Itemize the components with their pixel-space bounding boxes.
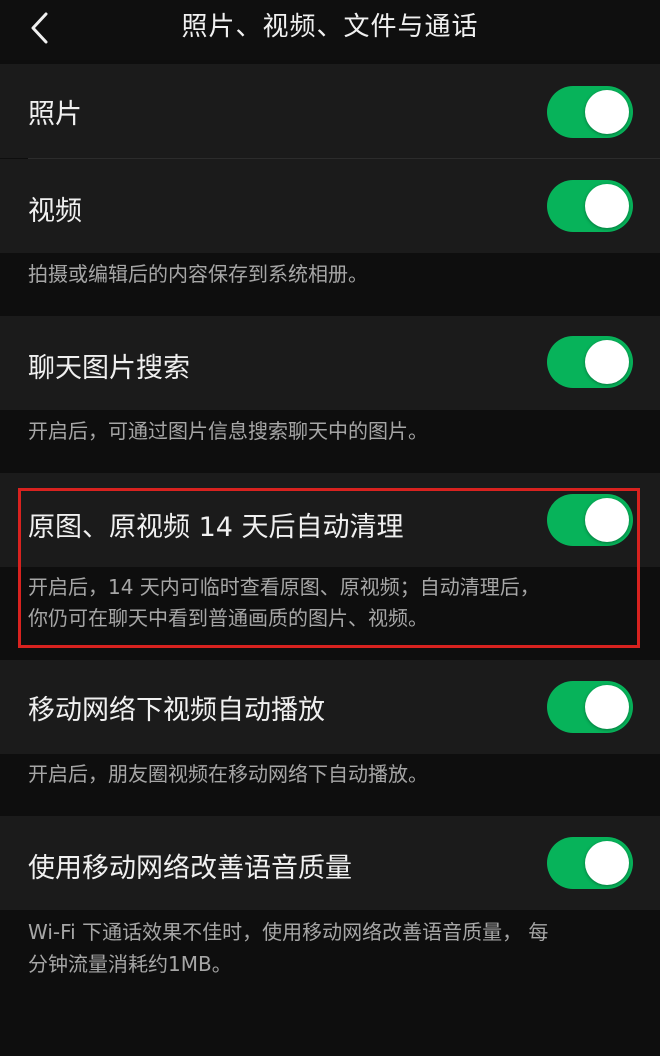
toggle-knob: [585, 841, 629, 885]
autoplay-description: 开启后，朋友圈视频在移动网络下自动播放。: [28, 762, 428, 786]
setting-row-videos[interactable]: 视频: [0, 159, 660, 253]
setting-label: 照片: [28, 99, 82, 130]
toggle-knob: [585, 685, 629, 729]
setting-row-auto-cleanup[interactable]: 原图、原视频 14 天后自动清理: [0, 473, 660, 567]
setting-label: 聊天图片搜索: [28, 353, 190, 384]
setting-row-chat-image-search[interactable]: 聊天图片搜索: [0, 316, 660, 410]
voice-quality-description-line1: Wi-Fi 下通话效果不佳时，使用移动网络改善语音质量， 每: [28, 920, 549, 944]
autoplay-toggle[interactable]: [547, 681, 633, 733]
setting-label: 视频: [28, 196, 82, 227]
auto-cleanup-description-line1: 开启后，14 天内可临时查看原图、原视频；自动清理后，: [28, 575, 540, 599]
chevron-left-icon: [31, 12, 48, 44]
photos-toggle[interactable]: [547, 86, 633, 138]
videos-toggle[interactable]: [547, 180, 633, 232]
back-button[interactable]: [18, 6, 62, 50]
setting-label: 移动网络下视频自动播放: [28, 695, 325, 726]
settings-screen: 照片、视频、文件与通话 照片 视频 拍摄或编辑后的内容保存到系统相册。 聊天图片…: [0, 0, 660, 1056]
toggle-knob: [585, 498, 629, 542]
voice-quality-description-line2: 分钟流量消耗约1MB。: [28, 952, 232, 976]
chat-image-search-toggle[interactable]: [547, 336, 633, 388]
toggle-knob: [585, 340, 629, 384]
setting-row-voice-quality[interactable]: 使用移动网络改善语音质量: [0, 816, 660, 910]
setting-row-autoplay[interactable]: 移动网络下视频自动播放: [0, 660, 660, 754]
page-title: 照片、视频、文件与通话: [181, 12, 479, 42]
auto-cleanup-toggle[interactable]: [547, 494, 633, 546]
setting-label: 使用移动网络改善语音质量: [28, 853, 352, 884]
chat-image-search-description: 开启后，可通过图片信息搜索聊天中的图片。: [28, 419, 428, 443]
toggle-knob: [585, 184, 629, 228]
voice-quality-toggle[interactable]: [547, 837, 633, 889]
nav-bar: 照片、视频、文件与通话: [0, 0, 660, 60]
auto-cleanup-description-line2: 你仍可在聊天中看到普通画质的图片、视频。: [28, 606, 428, 630]
toggle-knob: [585, 90, 629, 134]
videos-description: 拍摄或编辑后的内容保存到系统相册。: [28, 262, 368, 286]
setting-label: 原图、原视频 14 天后自动清理: [28, 512, 404, 543]
setting-row-photos[interactable]: 照片: [0, 64, 660, 158]
